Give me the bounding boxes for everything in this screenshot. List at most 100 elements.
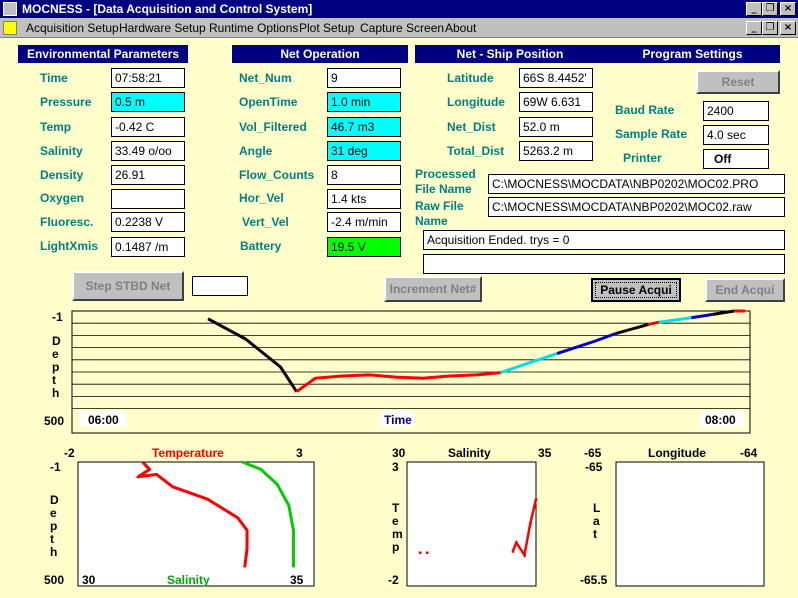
temp-field: -0.42 C [111,117,185,137]
menu-runtime-options[interactable]: Runtime Options [209,21,298,35]
child-close-icon[interactable]: × [780,21,796,35]
hor-vel-field: 1.4 kts [327,189,401,209]
baud-rate-field: 2400 [703,101,769,121]
opentime-field: 1.0 min [327,92,401,112]
tsd-y-bottom: 500 [44,573,64,587]
menu-plot-setup[interactable]: Plot Setup [299,21,354,35]
depth-time-x-left: 06:00 [88,413,119,427]
total-dist-field: 5263.2 m [519,141,593,161]
minimize-icon[interactable]: _ [746,2,762,16]
depth-time-chart: -1 500 Depth 06:00 08:00 Time [44,309,751,434]
ll-y-bottom: -65.5 [580,573,608,587]
ts-title: Salinity [448,446,491,460]
tsd-bottom-min: 30 [82,573,96,587]
angle-field: 31 deg [327,141,401,161]
dt-lines-line-8 [712,309,735,316]
density-field: 26.91 [111,165,185,185]
sample-rate-label: Sample Rate [615,127,688,141]
depth-time-gridlines [72,322,750,409]
printer-label: Printer [623,151,662,165]
ts-x-max: 35 [538,446,552,460]
menu-capture-screen[interactable]: Capture Screen [360,21,444,35]
ts-y-bottom: -2 [388,573,399,587]
dt-lines-line-3 [556,331,617,355]
ll-plot-area [615,461,765,587]
flow-counts-label: Flow_Counts [239,168,315,182]
child-restore-icon[interactable]: ❐ [762,21,778,35]
angle-label: Angle [239,144,273,158]
header-program-settings: Program Settings [605,45,780,63]
fluoresc-label: Fluoresc. [40,215,94,229]
title-bar: MOCNESS - [Data Acquisition and Control … [0,0,798,18]
menu-bar: Acquisition Setup Hardware Setup Runtime… [0,18,798,38]
menu-hardware-setup[interactable]: Hardware Setup [119,21,206,35]
header-environmental: Environmental Parameters [18,45,188,63]
raw-file-label-2: Name [415,214,448,228]
step-stbd-net-field[interactable] [192,276,248,296]
time-label: Time [40,71,68,85]
end-acqui-button[interactable]: End Acqui [705,278,785,302]
tsd-top-min: -2 [64,446,75,460]
sample-rate-field: 4.0 sec [703,125,769,145]
dt-lines-line-7 [691,312,714,320]
lat-lon-chart: -65 Longitude -64 -65 -65.5 Lat [580,446,765,587]
salinity-field: 33.49 o/oo [111,141,185,161]
tsd-top-title: Temperature [152,446,224,460]
depth-time-y-label: Depth [52,334,61,400]
depth-time-y-top: -1 [52,310,63,324]
pressure-field: 0.5 m [111,92,185,112]
hor-vel-label: Hor_Vel [239,191,284,205]
dt-lines-line-5 [648,320,660,326]
latitude-field: 66S 8.4452' [519,68,593,88]
net-num-field: 9 [327,68,401,88]
close-icon[interactable]: × [780,2,796,16]
ll-y-top: -65 [585,460,603,474]
vert-vel-field: -2.4 m/min [327,212,401,232]
dt-lines-line-0 [207,317,298,393]
vert-vel-label: Vert_Vel [242,215,289,229]
depth-time-y-bottom: 500 [44,414,64,428]
menu-about[interactable]: About [445,21,476,35]
flow-counts-field: 8 [327,165,401,185]
pressure-label: Pressure [40,95,92,109]
lightxmis-field: 0.1487 /m [111,237,185,257]
document-icon[interactable] [3,21,17,35]
tsd-y-label: Depth [50,493,59,559]
salinity-label: Salinity [40,144,83,158]
net-num-label: Net_Num [239,71,292,85]
density-label: Density [40,168,84,182]
opentime-label: OpenTime [239,95,298,109]
dt-lines-line-4 [615,322,649,335]
fluoresc-field: 0.2238 V [111,212,185,232]
header-net-operation: Net Operation [232,45,408,63]
tsd-plot-area [77,461,315,587]
dt-lines-line-6 [658,316,692,324]
increment-net-button[interactable]: Increment Net# [384,276,482,302]
ts-plot-area [406,461,537,587]
battery-label: Battery [240,239,282,253]
reset-button[interactable]: Reset [696,70,780,94]
vol-filtered-field: 46.7 m3 [327,117,401,137]
menu-acquisition-setup[interactable]: Acquisition Setup [26,21,119,35]
tsd-top-max: 3 [296,446,303,460]
dt-lines-line-2 [500,352,558,375]
raw-file-field: C:\MOCNESS\MOCDATA\NBP0202\MOC02.raw [488,197,785,217]
step-stbd-net-button[interactable]: Step STBD Net [72,271,184,301]
restore-icon[interactable]: ❐ [762,2,778,16]
header-net-ship-position: Net - Ship Position [415,45,605,63]
child-minimize-icon[interactable]: _ [746,21,762,35]
depth-time-x-label: Time [384,413,412,427]
total-dist-label: Total_Dist [447,144,505,158]
app-icon[interactable] [3,2,17,16]
printer-field[interactable]: Off [703,149,769,169]
net-dist-field: 52.0 m [519,117,593,137]
pause-acqui-button[interactable]: Pause Acqui [591,278,681,302]
status-message: Acquisition Ended. trys = 0 [423,230,785,250]
longitude-field: 69W 6.631 [519,92,593,112]
net-dist-label: Net_Dist [447,120,496,134]
vol-filtered-label: Vol_Filtered [239,120,307,134]
processed-label-2: File Name [415,182,472,196]
lightxmis-label: LightXmis [40,239,99,253]
processed-file-field: C:\MOCNESS\MOCDATA\NBP0202\MOC02.PRO [488,174,785,194]
processed-label-1: Processed [415,167,476,181]
